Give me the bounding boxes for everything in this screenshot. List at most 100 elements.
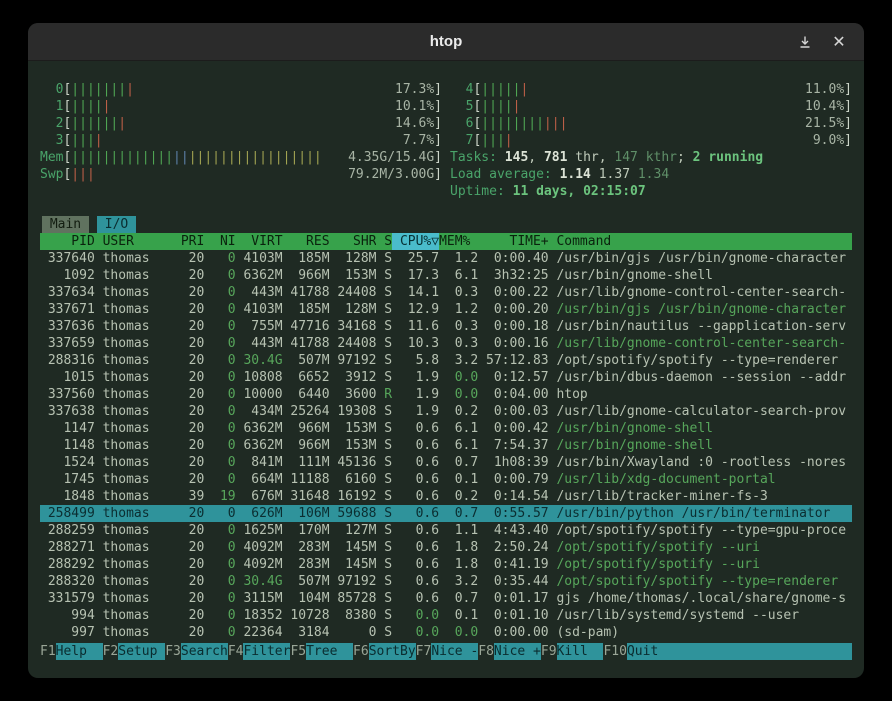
process-row[interactable]: 1148thomas2006362M966M153MS0.66.17:54.37… [40,437,852,454]
cell-cmd: htop [556,386,852,403]
meter-label: 6 [450,115,473,132]
fn-key-f8: F8 [478,643,494,660]
cell-pid: 1148 [40,437,95,454]
htop-screen: 0[||||||||17.3%]1[|||||10.1%]2[|||||||14… [28,61,864,678]
process-row[interactable]: 337560thomas2001000064403600R1.90.00:04.… [40,386,852,403]
close-icon[interactable]: ✕ [830,33,848,51]
process-row[interactable]: 1015thomas2001080866523912S1.90.00:12.57… [40,369,852,386]
process-row[interactable]: 288271thomas2004092M283M145MS0.61.82:50.… [40,539,852,556]
cell-shr: 24408 [330,284,377,301]
fn-kill[interactable]: Kill [557,643,604,660]
process-row[interactable]: 288292thomas2004092M283M145MS0.61.80:41.… [40,556,852,573]
fn-key-f3: F3 [165,643,181,660]
process-row[interactable]: 337671thomas2004103M185M128MS12.91.20:00… [40,301,852,318]
cell-pri: 20 [173,403,204,420]
process-row[interactable]: 997thomas2002236431840S0.00.00:00.00(sd-… [40,624,852,641]
column-header-res[interactable]: RES [283,233,330,250]
cell-cpu: 5.8 [392,352,439,369]
fn-nice[interactable]: Nice - [431,643,478,660]
cell-ni: 0 [204,522,235,539]
cell-mem: 0.3 [439,318,478,335]
process-row[interactable]: 1147thomas2006362M966M153MS0.66.10:00.42… [40,420,852,437]
cell-virt: 755M [236,318,283,335]
process-row[interactable]: 288316thomas20030.4G507M97192S5.83.257:1… [40,352,852,369]
fn-key-f9: F9 [541,643,557,660]
column-header-cpu[interactable]: CPU%▽ [392,233,439,250]
cell-s: S [376,403,392,420]
cell-ni: 0 [204,471,235,488]
cell-shr: 97192 [330,573,377,590]
fn-search[interactable]: Search [181,643,228,660]
cell-s: S [376,301,392,318]
process-row[interactable]: 288259thomas2001625M170M127MS0.61.14:43.… [40,522,852,539]
cell-res: 104M [283,590,330,607]
cell-cmd: /usr/bin/gnome-shell [556,437,852,454]
cell-time: 0:00.18 [478,318,548,335]
uptime: Uptime: 11 days, 02:15:07 [450,183,852,200]
process-row[interactable]: 1092thomas2006362M966M153MS17.36.13h32:2… [40,267,852,284]
tab-main[interactable]: Main [42,216,89,233]
column-header-pri[interactable]: PRI [173,233,204,250]
fn-filter[interactable]: Filter [243,643,290,660]
cell-pri: 20 [173,505,204,522]
process-row[interactable]: 337638thomas200434M2526419308S1.90.20:00… [40,403,852,420]
cell-cmd: (sd-pam) [556,624,852,641]
fn-nice[interactable]: Nice + [494,643,541,660]
process-row[interactable]: 331579thomas2003115M104M85728S0.60.70:01… [40,590,852,607]
process-row[interactable]: 1524thomas200841M111M45136S0.60.71h08:39… [40,454,852,471]
download-icon[interactable] [796,33,814,51]
meter-bar: |||||||| [71,81,134,98]
process-row[interactable]: 337634thomas200443M4178824408S14.10.30:0… [40,284,852,301]
cell-cmd: /opt/spotify/spotify --uri [556,556,852,573]
cell-ni: 0 [204,607,235,624]
window-titlebar[interactable]: htop ✕ [28,23,864,61]
cell-ni: 0 [204,369,235,386]
cell-mem: 0.2 [439,403,478,420]
cell-s: S [376,471,392,488]
cell-s: S [376,352,392,369]
process-row[interactable]: 994thomas20018352107288380S0.00.10:01.10… [40,607,852,624]
cell-cmd: /usr/bin/gnome-shell [556,267,852,284]
cell-virt: 18352 [236,607,283,624]
cell-time: 2:50.24 [478,539,548,556]
cell-virt: 22364 [236,624,283,641]
cell-shr: 85728 [330,590,377,607]
column-header-ni[interactable]: NI [204,233,235,250]
column-header-shr[interactable]: SHR [330,233,377,250]
process-row[interactable]: 337659thomas200443M4178824408S10.30.30:0… [40,335,852,352]
cell-cmd: /usr/bin/nautilus --gapplication-serv [556,318,852,335]
column-header-mem[interactable]: MEM% [439,233,478,250]
meter-value: 17.3% [387,81,434,98]
column-header-pid[interactable]: PID [40,233,95,250]
meter-label: 4 [450,81,473,98]
cell-time: 57:12.83 [478,352,548,369]
cell-cpu: 17.3 [392,267,439,284]
cell-s: S [376,488,392,505]
cell-time: 0:00.00 [478,624,548,641]
column-header-user[interactable]: USER [103,233,173,250]
column-header-cmd[interactable]: Command [556,233,852,250]
cell-virt: 1625M [236,522,283,539]
cell-shr: 153M [330,420,377,437]
column-header-s[interactable]: S [376,233,392,250]
process-row[interactable]: 288320thomas20030.4G507M97192S0.63.20:35… [40,573,852,590]
cell-virt: 6362M [236,420,283,437]
process-row[interactable]: 337640thomas2004103M185M128MS25.71.20:00… [40,250,852,267]
cell-shr: 24408 [330,335,377,352]
cell-pri: 20 [173,250,204,267]
fn-setup[interactable]: Setup [118,643,165,660]
column-header-time[interactable]: TIME+ [478,233,548,250]
process-row[interactable]: 1848thomas3919676M3164816192S0.60.20:14.… [40,488,852,505]
column-header-virt[interactable]: VIRT [236,233,283,250]
cell-pid: 288292 [40,556,95,573]
fn-quit[interactable]: Quit [627,643,674,660]
fn-help[interactable]: Help [56,643,103,660]
process-row[interactable]: 337636thomas200755M4771634168S11.60.30:0… [40,318,852,335]
fn-tree[interactable]: Tree [306,643,353,660]
cpu5-meter: 5[|||||10.4%] [450,98,852,115]
fn-sortby[interactable]: SortBy [369,643,416,660]
tab-io[interactable]: I/O [97,216,136,233]
process-row[interactable]: 258499thomas200626M106M59688S0.60.70:55.… [40,505,852,522]
cell-time: 0:01.10 [478,607,548,624]
process-row[interactable]: 1745thomas200664M111886160S0.60.10:00.79… [40,471,852,488]
